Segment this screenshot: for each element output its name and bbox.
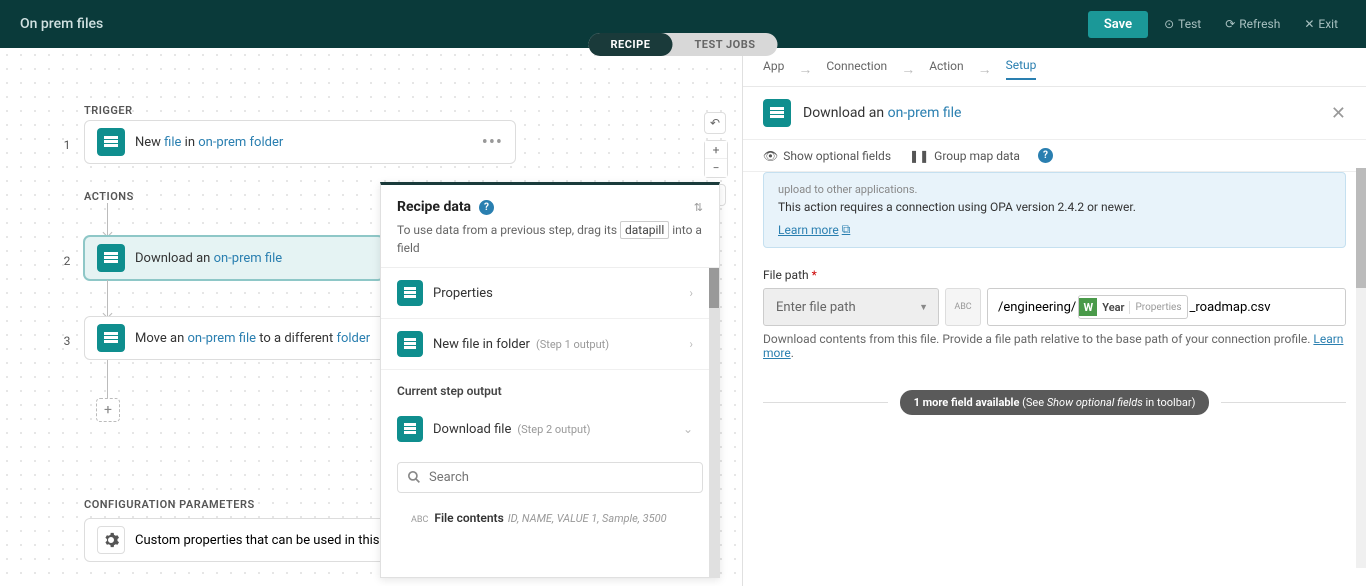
- trigger-text: New file in on-prem folder: [135, 135, 482, 150]
- actions-label: ACTIONS: [84, 190, 134, 203]
- zoom-in-button[interactable]: +: [705, 141, 727, 159]
- right-title: Download an on-prem file: [803, 105, 1331, 121]
- step-number-3: 3: [60, 334, 74, 348]
- show-optional-button[interactable]: 👁Show optional fields: [763, 149, 891, 163]
- onprem-icon: [397, 416, 423, 442]
- search-icon: [408, 471, 421, 484]
- step-more-icon[interactable]: •••: [482, 132, 503, 153]
- add-step-button[interactable]: +: [96, 398, 120, 422]
- pause-icon: ❚❚: [909, 149, 929, 163]
- chevron-down-icon: ⌄: [683, 422, 693, 436]
- exit-button[interactable]: ✕Exit: [1296, 13, 1346, 35]
- connector: [107, 280, 108, 316]
- onprem-icon: [97, 324, 125, 352]
- arrow-icon: →: [901, 61, 915, 78]
- zoom-out-button[interactable]: −: [705, 159, 727, 177]
- sort-icon[interactable]: ⇅: [694, 201, 703, 214]
- scrollbar-thumb[interactable]: [1356, 168, 1366, 288]
- file-path-input[interactable]: /engineering/ W Year Properties _roadmap…: [987, 288, 1346, 326]
- breadcrumb: App → Connection → Action → Setup: [743, 48, 1366, 87]
- test-button[interactable]: ⊙Test: [1156, 13, 1209, 35]
- config-label: CONFIGURATION PARAMETERS: [84, 498, 255, 511]
- recipe-desc: To use data from a previous step, drag i…: [397, 221, 703, 257]
- search-input[interactable]: [429, 470, 692, 485]
- right-pane: App → Connection → Action → Setup Downlo…: [742, 48, 1366, 586]
- group-map-button[interactable]: ❚❚Group map data: [909, 149, 1020, 163]
- properties-icon: [397, 280, 423, 306]
- right-content: upload to other applications. This actio…: [743, 172, 1366, 557]
- newfile-row[interactable]: New file in folder(Step 1 output) ›: [381, 319, 719, 370]
- onprem-icon: [397, 331, 423, 357]
- close-button[interactable]: ✕: [1331, 103, 1346, 124]
- onprem-icon: [763, 99, 791, 127]
- arrow-icon: →: [798, 61, 812, 78]
- config-text: Custom properties that can be used in th…: [135, 533, 411, 548]
- recipe-data-panel: Recipe data ? ⇅ To use data from a previ…: [380, 182, 720, 578]
- file-path-select[interactable]: Enter file path: [763, 288, 939, 326]
- right-toolbar: 👁Show optional fields ❚❚Group map data ?: [743, 140, 1366, 172]
- file-contents-pill[interactable]: ABCFile contentsID, NAME, VALUE 1, Sampl…: [381, 501, 719, 539]
- recipe-testjobs-toggle: RECIPE TEST JOBS: [589, 33, 778, 56]
- external-link-icon: ⧉: [842, 222, 851, 237]
- eye-icon: 👁: [763, 149, 778, 163]
- undo-button[interactable]: ↶: [704, 112, 726, 134]
- chevron-right-icon: ›: [689, 337, 693, 351]
- abc-badge: ABC: [945, 288, 981, 326]
- help-icon[interactable]: ?: [479, 200, 494, 215]
- download-file-row[interactable]: Download file(Step 2 output) ⌄: [381, 404, 719, 454]
- properties-row[interactable]: Properties ›: [381, 268, 719, 319]
- w-icon: W: [1079, 298, 1097, 316]
- abc-icon: ABC: [411, 515, 428, 525]
- info-box: upload to other applications. This actio…: [763, 172, 1346, 248]
- gear-icon: [97, 526, 125, 554]
- bc-action[interactable]: Action: [929, 59, 963, 79]
- page-title: On prem files: [20, 16, 103, 32]
- onprem-icon: [97, 128, 125, 156]
- topbar-actions: Save ⊙Test ⟳Refresh ✕Exit: [1088, 11, 1346, 38]
- step-number-1: 1: [60, 138, 74, 152]
- arrow-icon: →: [978, 61, 992, 78]
- bc-app[interactable]: App: [763, 59, 784, 79]
- tab-recipe[interactable]: RECIPE: [589, 33, 673, 56]
- trigger-step[interactable]: New file in on-prem folder •••: [84, 120, 516, 164]
- right-header: Download an on-prem file ✕: [743, 87, 1366, 140]
- bc-setup[interactable]: Setup: [1006, 58, 1037, 80]
- connector: [107, 203, 108, 235]
- tab-test-jobs[interactable]: TEST JOBS: [672, 33, 777, 56]
- step-number-2: 2: [60, 254, 74, 268]
- scrollbar[interactable]: [1356, 168, 1366, 568]
- more-fields-pill[interactable]: 1 more field available (See Show optiona…: [900, 390, 1210, 415]
- file-path-help: Download contents from this file. Provid…: [763, 332, 1346, 360]
- step2-text: Download an on-prem file: [135, 251, 371, 266]
- recipe-data-title: Recipe data: [397, 199, 471, 215]
- bc-connection[interactable]: Connection: [826, 59, 887, 79]
- help-icon[interactable]: ?: [1038, 148, 1053, 163]
- learn-more-link[interactable]: Learn more⧉: [778, 222, 850, 237]
- current-step-header: Current step output: [381, 370, 719, 404]
- trigger-label: TRIGGER: [84, 104, 133, 117]
- file-path-row: Enter file path ABC /engineering/ W Year…: [763, 288, 1346, 326]
- action-step-download[interactable]: Download an on-prem file: [84, 236, 384, 280]
- file-path-label: File path *: [763, 268, 1346, 282]
- refresh-button[interactable]: ⟳Refresh: [1217, 13, 1288, 35]
- save-button[interactable]: Save: [1088, 11, 1148, 38]
- onprem-icon: [97, 244, 125, 272]
- search-input-wrapper: [397, 462, 703, 493]
- chevron-right-icon: ›: [689, 286, 693, 300]
- year-datapill[interactable]: W Year Properties: [1078, 295, 1187, 319]
- more-fields-bar: 1 more field available (See Show optiona…: [763, 390, 1346, 415]
